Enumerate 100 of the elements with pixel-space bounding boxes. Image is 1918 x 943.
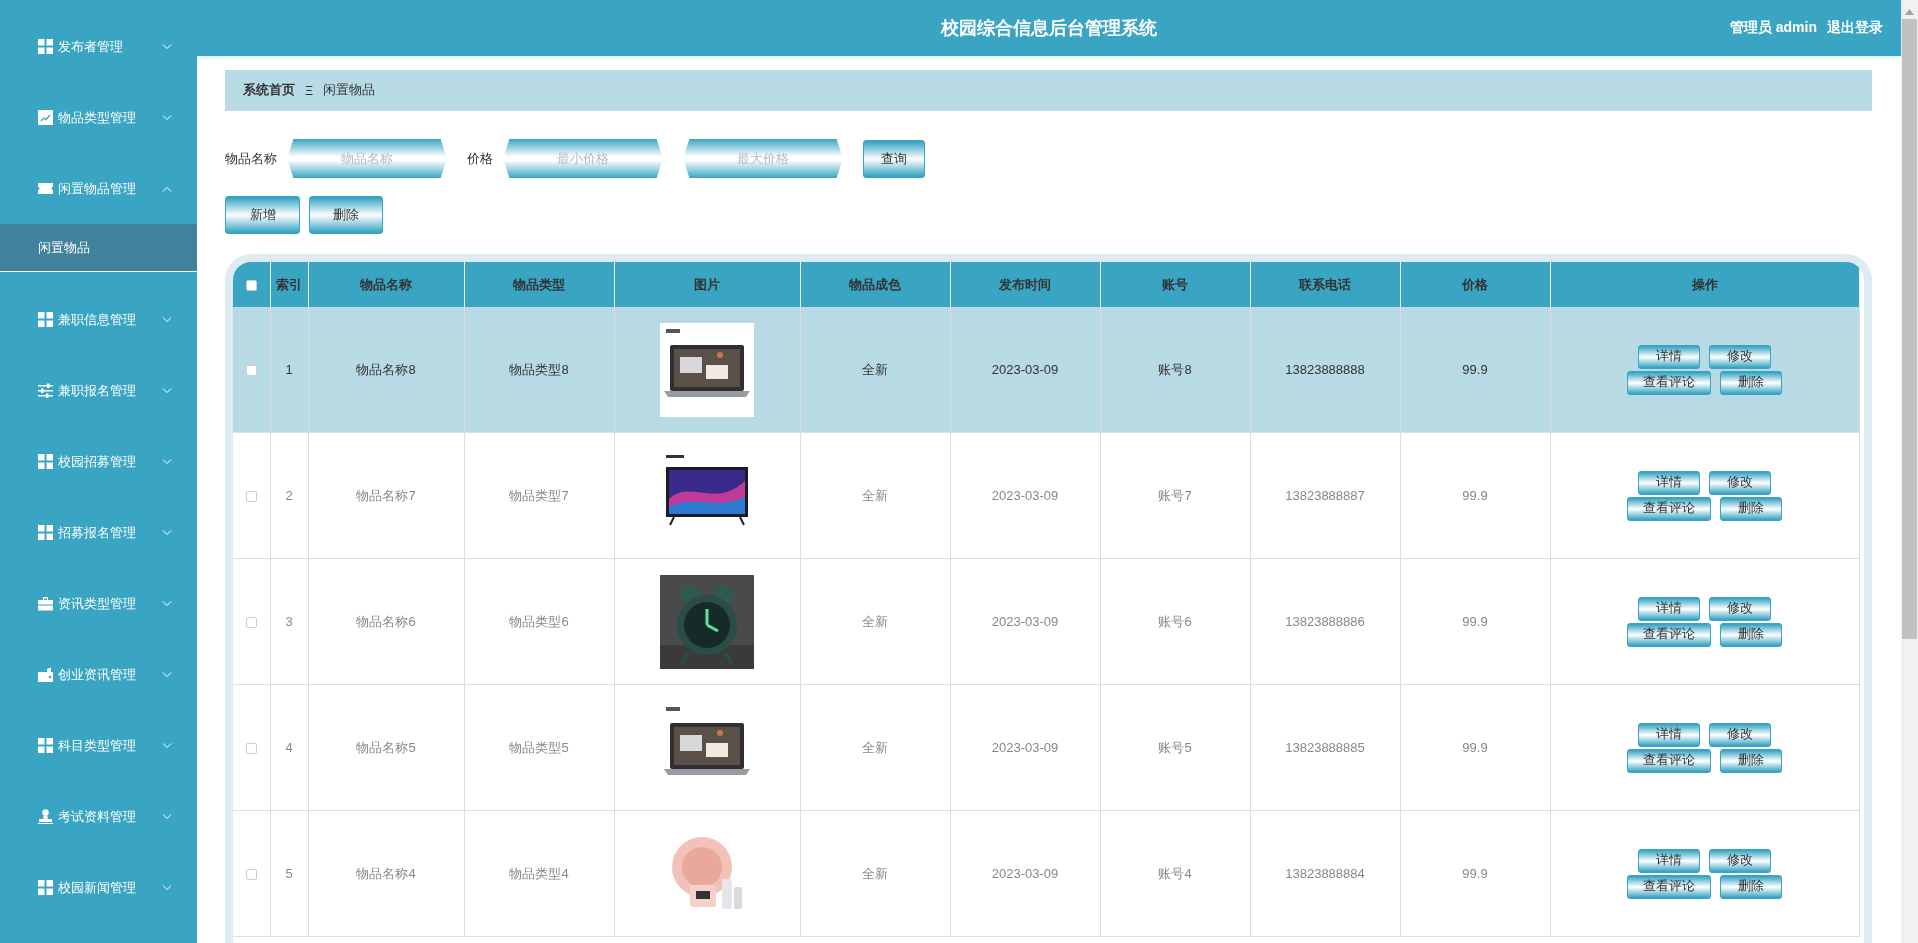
delete-button[interactable]: 删除: [1720, 370, 1783, 395]
ticket-icon: [38, 181, 53, 196]
table-cell: 账号6: [1158, 613, 1192, 629]
row-checkbox[interactable]: [245, 617, 257, 629]
table-cell: 99.9: [1462, 866, 1488, 881]
grid-icon: [38, 312, 53, 327]
table-cell: 物品类型5: [509, 739, 569, 755]
table-cell: 账号5: [1158, 739, 1192, 755]
details-button[interactable]: 详情: [1638, 848, 1701, 873]
details-button[interactable]: 详情: [1638, 596, 1701, 621]
grid-icon: [38, 39, 53, 54]
table-cell: 物品名称5: [356, 739, 416, 755]
column-header: 物品成色: [800, 262, 950, 307]
breadcrumb-link[interactable]: 系统首页: [243, 82, 295, 99]
sliders-icon: [38, 383, 53, 398]
table-cell: 2: [285, 488, 293, 503]
search-field[interactable]: 最大价格: [683, 139, 843, 178]
row-checkbox[interactable]: [245, 743, 257, 755]
table-cell: 13823888886: [1285, 614, 1365, 629]
search-field[interactable]: 最小价格: [503, 139, 663, 178]
user-label: 管理员 admin: [1729, 19, 1817, 37]
column-header: 联系电话: [1250, 262, 1400, 307]
row-checkbox[interactable]: [245, 869, 257, 881]
table-cell: 全新: [862, 739, 888, 755]
table-cell: 13823888888: [1285, 362, 1365, 377]
comments-button[interactable]: 查看评论: [1627, 622, 1712, 647]
column-header: 图片: [614, 262, 800, 307]
details-button[interactable]: 详情: [1638, 344, 1701, 369]
scroll-up-icon[interactable]: [1905, 9, 1914, 15]
comments-button[interactable]: 查看评论: [1627, 496, 1712, 521]
table-cell: 2023-03-09: [991, 362, 1059, 377]
grid-icon: [38, 454, 53, 469]
table-cell: 全新: [862, 865, 888, 881]
table-cell: 物品名称7: [356, 487, 416, 503]
table-cell: 账号8: [1158, 361, 1192, 377]
table-cell: 13823888884: [1285, 866, 1365, 881]
details-button[interactable]: 详情: [1638, 470, 1701, 495]
table-cell: 物品名称6: [356, 613, 416, 629]
table-cell: 5: [285, 866, 293, 881]
submenu-item[interactable]: 闲置物品: [0, 224, 197, 272]
table-cell: 13823888887: [1285, 488, 1365, 503]
search-button[interactable]: 查询: [863, 139, 925, 178]
edit-button[interactable]: 修改: [1709, 596, 1772, 621]
delete-button[interactable]: 删除: [1720, 874, 1783, 899]
table-cell: 2023-03-09: [991, 866, 1059, 881]
table-cell: 99.9: [1462, 488, 1488, 503]
chart-icon: [38, 110, 53, 125]
field-label: 物品名称: [225, 149, 277, 168]
table-cell: 全新: [862, 361, 888, 377]
grid-icon: [38, 525, 53, 540]
table-cell: 账号7: [1158, 487, 1192, 503]
table-cell: 物品名称8: [356, 361, 416, 377]
delete-button[interactable]: 删除: [1720, 622, 1783, 647]
column-header: 操作: [1550, 262, 1860, 307]
row-checkbox[interactable]: [245, 365, 257, 377]
edit-button[interactable]: 修改: [1709, 470, 1772, 495]
edit-button[interactable]: 修改: [1709, 344, 1772, 369]
column-header: 索引: [270, 262, 308, 307]
table-cell: 2023-03-09: [991, 488, 1059, 503]
field-label: 价格: [467, 149, 493, 168]
table-cell: 4: [285, 740, 293, 755]
details-button[interactable]: 详情: [1638, 722, 1701, 747]
table-cell: 物品名称4: [356, 865, 416, 881]
table-cell: 物品类型4: [509, 865, 569, 881]
column-header: 物品名称: [308, 262, 464, 307]
select-all-checkbox[interactable]: [245, 280, 257, 292]
table-cell: 1: [285, 362, 293, 377]
table-cell: 物品类型6: [509, 613, 569, 629]
table-cell: 99.9: [1462, 362, 1488, 377]
table-cell: 2023-03-09: [991, 740, 1059, 755]
table-cell: 3: [285, 614, 293, 629]
breadcrumb-separator: Ξ: [305, 83, 314, 98]
table-cell: 账号4: [1158, 865, 1192, 881]
delete-button[interactable]: 删除: [1720, 748, 1783, 773]
column-header: 账号: [1100, 262, 1250, 307]
delete-button[interactable]: 删除: [1720, 496, 1783, 521]
grid-icon: [38, 880, 53, 895]
comments-button[interactable]: 查看评论: [1627, 748, 1712, 773]
comments-button[interactable]: 查看评论: [1627, 874, 1712, 899]
briefcase-icon: [38, 596, 53, 611]
delete-button[interactable]: 删除: [309, 196, 383, 234]
table-cell: 13823888885: [1285, 740, 1365, 755]
table-cell: 物品类型7: [509, 487, 569, 503]
comments-button[interactable]: 查看评论: [1627, 370, 1712, 395]
edit-button[interactable]: 修改: [1709, 848, 1772, 873]
search-field[interactable]: 物品名称: [287, 139, 447, 178]
row-checkbox[interactable]: [245, 491, 257, 503]
table-cell: 99.9: [1462, 614, 1488, 629]
column-header: 物品类型: [464, 262, 614, 307]
app-title: 校园综合信息后台管理系统: [941, 17, 1157, 40]
add-button[interactable]: 新增: [225, 196, 300, 234]
scrollbar-thumb[interactable]: [1902, 19, 1917, 639]
table-cell: 全新: [862, 613, 888, 629]
person-icon: [38, 809, 53, 824]
column-header: 价格: [1400, 262, 1550, 307]
edit-button[interactable]: 修改: [1709, 722, 1772, 747]
table-cell: 99.9: [1462, 740, 1488, 755]
table-cell: 全新: [862, 487, 888, 503]
grid-icon: [38, 738, 53, 753]
table-cell: 2023-03-09: [991, 614, 1059, 629]
